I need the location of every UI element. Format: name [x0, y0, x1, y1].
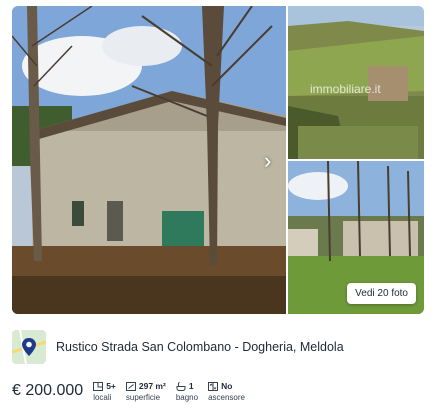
- feature-label: ascensore: [208, 392, 245, 402]
- listing-info: € 200.000 5+ locali 297 m² superficie 1 …: [12, 378, 424, 404]
- watermark-text: immobiliare.it: [310, 82, 381, 96]
- elevator-icon: [208, 381, 219, 391]
- area-icon: [125, 381, 136, 391]
- secondary-photo-bottom[interactable]: Vedi 20 foto: [288, 161, 424, 314]
- secondary-photo-top[interactable]: immobiliare.it: [288, 6, 424, 159]
- main-photo[interactable]: [12, 6, 286, 314]
- feature-label: bagno: [175, 392, 199, 402]
- feature-value: No: [221, 381, 233, 391]
- chevron-right-icon[interactable]: ›: [264, 150, 282, 172]
- feature-elevator: No ascensore: [208, 381, 245, 402]
- rooms-icon: [93, 381, 104, 391]
- feature-rooms: 5+ locali: [93, 381, 116, 402]
- feature-label: superficie: [125, 392, 161, 402]
- feature-area: 297 m² superficie: [125, 381, 166, 402]
- photo-gallery[interactable]: › immobiliare.it Vedi 20 foto: [12, 6, 424, 314]
- feature-bath: 1 bagno: [176, 381, 198, 402]
- bath-icon: [176, 381, 186, 391]
- feature-value: 1: [188, 381, 194, 391]
- listing-title[interactable]: Rustico Strada San Colombano - Dogheria,…: [56, 340, 344, 354]
- feature-label: locali: [93, 392, 112, 402]
- feature-value: 297 m²: [138, 381, 166, 391]
- see-photos-button[interactable]: Vedi 20 foto: [347, 283, 416, 304]
- map-pin-icon[interactable]: [12, 330, 46, 364]
- feature-value: 5+: [106, 381, 116, 391]
- listing-price: € 200.000: [12, 382, 84, 399]
- listing-header: Rustico Strada San Colombano - Dogheria,…: [12, 330, 424, 364]
